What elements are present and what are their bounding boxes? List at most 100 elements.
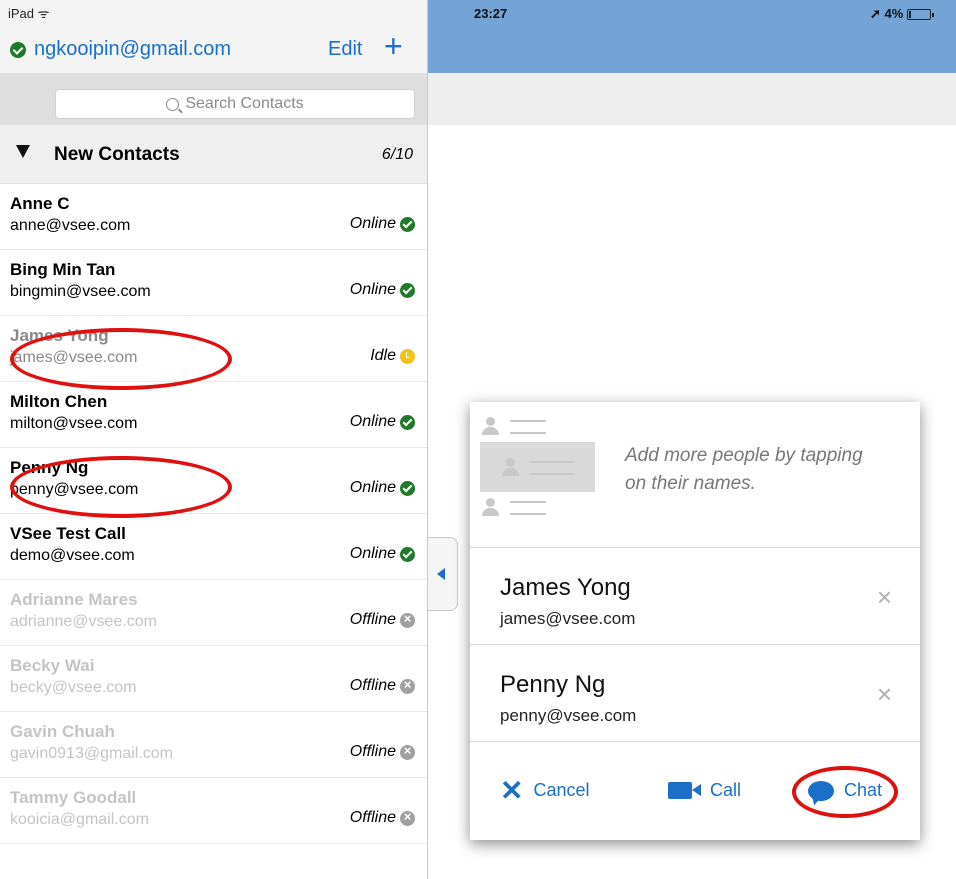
contact-row-james-yong[interactable]: James Yong james@vsee.com Idle bbox=[0, 316, 427, 382]
online-status-icon bbox=[400, 216, 415, 232]
battery-icon bbox=[907, 8, 935, 20]
person-icon bbox=[480, 417, 500, 437]
contact-status: Offline bbox=[350, 611, 415, 629]
hint-person-row bbox=[480, 498, 546, 518]
hint-person-row bbox=[480, 417, 546, 437]
contact-row-bing-min-tan[interactable]: Bing Min Tan bingmin@vsee.com Online bbox=[0, 250, 427, 316]
contact-status: Online bbox=[350, 215, 415, 233]
disclosure-triangle-icon[interactable] bbox=[16, 145, 30, 158]
search-icon bbox=[166, 97, 180, 111]
contact-email: penny@vsee.com bbox=[10, 481, 139, 498]
person-icon bbox=[480, 498, 500, 518]
contact-email: bingmin@vsee.com bbox=[10, 283, 151, 300]
online-check-icon bbox=[10, 41, 26, 58]
contact-status: Idle bbox=[370, 347, 415, 365]
account-email[interactable]: ngkooipin@gmail.com bbox=[34, 38, 231, 61]
contact-name: VSee Test Call bbox=[10, 524, 126, 543]
hint-person-row-highlight bbox=[500, 458, 574, 478]
participant-email: james@vsee.com bbox=[500, 609, 636, 628]
hint-text: Add more people by tapping on their name… bbox=[625, 442, 915, 498]
participant-email: penny@vsee.com bbox=[500, 706, 637, 725]
contact-name: Gavin Chuah bbox=[10, 722, 115, 741]
contact-list: Anne C anne@vsee.com Online Bing Min Tan… bbox=[0, 184, 427, 844]
contacts-header: iPad ᯤ ngkooipin@gmail.com Edit + bbox=[0, 0, 427, 73]
status-text: Online bbox=[349, 479, 396, 496]
contact-row-adrianne-mares[interactable]: Adrianne Mares adrianne@vsee.com Offline bbox=[0, 580, 427, 646]
contact-status: Offline bbox=[350, 809, 415, 827]
status-text: Online bbox=[349, 281, 396, 298]
contact-row-tammy-goodall[interactable]: Tammy Goodall kooicia@gmail.com Offline bbox=[0, 778, 427, 844]
add-people-hint: Add more people by tapping on their name… bbox=[470, 402, 920, 548]
hint-line-1: Add more people by tapping bbox=[625, 445, 863, 466]
contact-email: anne@vsee.com bbox=[10, 217, 131, 234]
person-icon bbox=[500, 458, 520, 478]
contact-status: Online bbox=[350, 281, 415, 299]
participant-name: Penny Ng bbox=[500, 671, 606, 698]
contact-row-milton-chen[interactable]: Milton Chen milton@vsee.com Online bbox=[0, 382, 427, 448]
group-count: 6/10 bbox=[381, 146, 413, 163]
contact-row-vsee-test-call[interactable]: VSee Test Call demo@vsee.com Online bbox=[0, 514, 427, 580]
contact-status: Online bbox=[350, 413, 415, 431]
contact-email: demo@vsee.com bbox=[10, 547, 135, 564]
contact-row-anne-c[interactable]: Anne C anne@vsee.com Online bbox=[0, 184, 427, 250]
contact-name: Becky Wai bbox=[10, 656, 95, 675]
contact-row-penny-ng[interactable]: Penny Ng penny@vsee.com Online bbox=[0, 448, 427, 514]
contact-row-gavin-chuah[interactable]: Gavin Chuah gavin0913@gmail.com Offline bbox=[0, 712, 427, 778]
contact-email: kooicia@gmail.com bbox=[10, 811, 149, 828]
contact-name: Penny Ng bbox=[10, 458, 89, 477]
search-input[interactable]: Search Contacts bbox=[55, 89, 415, 119]
contact-name: Milton Chen bbox=[10, 392, 108, 411]
selected-participant: James Yong james@vsee.com × bbox=[470, 548, 920, 645]
close-icon: ✕ bbox=[500, 774, 524, 806]
video-camera-icon bbox=[668, 782, 701, 799]
call-button[interactable]: Call bbox=[668, 780, 741, 801]
contact-name: Bing Min Tan bbox=[10, 260, 116, 279]
contact-name: James Yong bbox=[10, 326, 109, 345]
status-text: Online bbox=[349, 545, 396, 562]
account-status[interactable]: ngkooipin@gmail.com bbox=[10, 38, 231, 61]
call-label: Call bbox=[710, 780, 742, 800]
battery-percent: ➚ 4% bbox=[870, 6, 904, 21]
status-text: Idle bbox=[370, 347, 396, 364]
offline-status-icon bbox=[400, 743, 415, 760]
chat-button[interactable]: Chat bbox=[808, 780, 882, 801]
device-label: iPad ᯤ bbox=[8, 6, 50, 21]
contact-status: Online bbox=[350, 479, 415, 497]
offline-status-icon bbox=[400, 611, 415, 628]
contact-name: Adrianne Mares bbox=[10, 590, 138, 609]
remove-participant-icon[interactable]: × bbox=[877, 681, 892, 707]
cancel-button[interactable]: ✕ Cancel bbox=[500, 774, 590, 806]
contact-email: milton@vsee.com bbox=[10, 415, 138, 432]
selected-participant: Penny Ng penny@vsee.com × bbox=[470, 645, 920, 742]
popover-actions: ✕ Cancel Call Chat bbox=[470, 742, 920, 841]
contact-name: Tammy Goodall bbox=[10, 788, 137, 807]
online-status-icon bbox=[400, 546, 415, 562]
contact-name: Anne C bbox=[10, 194, 70, 213]
offline-status-icon bbox=[400, 809, 415, 826]
edit-button[interactable]: Edit bbox=[328, 38, 362, 61]
contact-status: Offline bbox=[350, 677, 415, 695]
status-text: Offline bbox=[349, 743, 396, 760]
contact-email: becky@vsee.com bbox=[10, 679, 137, 696]
online-status-icon bbox=[400, 282, 415, 298]
cancel-label: Cancel bbox=[533, 780, 590, 800]
group-name: New Contacts bbox=[54, 144, 180, 165]
chat-bubble-icon bbox=[808, 780, 834, 801]
idle-status-icon bbox=[400, 348, 415, 364]
online-status-icon bbox=[400, 480, 415, 496]
online-status-icon bbox=[400, 414, 415, 430]
hint-line-2: on their names. bbox=[625, 473, 756, 494]
offline-status-icon bbox=[400, 677, 415, 694]
status-time: 23:27 bbox=[474, 6, 508, 21]
group-header-new-contacts[interactable]: New Contacts 6/10 bbox=[0, 125, 427, 184]
add-contact-button[interactable]: + bbox=[384, 30, 403, 62]
contact-row-becky-wai[interactable]: Becky Wai becky@vsee.com Offline bbox=[0, 646, 427, 712]
battery-indicator: ➚ 4% bbox=[870, 6, 935, 22]
remove-participant-icon[interactable]: × bbox=[877, 584, 892, 610]
collapse-panel-tab[interactable] bbox=[428, 537, 458, 611]
participant-name: James Yong bbox=[500, 574, 631, 601]
contact-email: gavin0913@gmail.com bbox=[10, 745, 173, 762]
contact-email: james@vsee.com bbox=[10, 349, 138, 366]
chat-label: Chat bbox=[844, 780, 883, 800]
contacts-panel: iPad ᯤ ngkooipin@gmail.com Edit + Search… bbox=[0, 0, 428, 879]
